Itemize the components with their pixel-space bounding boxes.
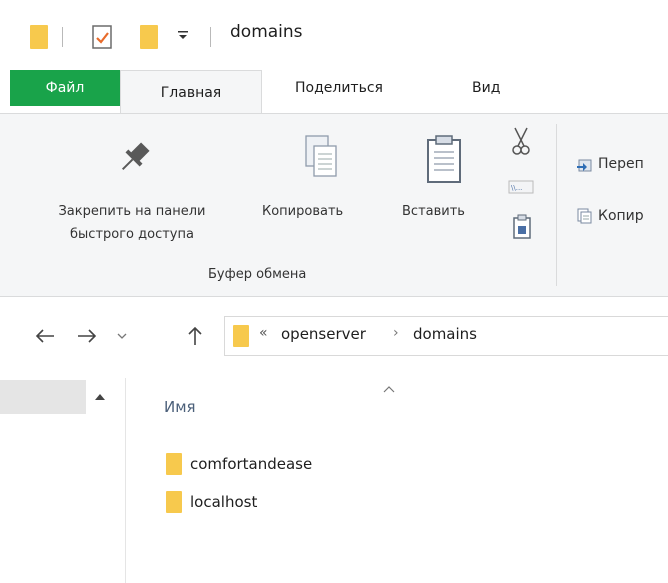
ribbon: Закрепить на панели быстрого доступа Коп… <box>0 113 668 297</box>
group-label-clipboard: Буфер обмена <box>208 267 307 282</box>
svg-text:\\...: \\... <box>511 184 522 192</box>
forward-arrow-icon <box>78 329 97 343</box>
divider <box>62 27 63 47</box>
breadcrumb-separator: › <box>393 325 399 341</box>
paste-label: Вставить <box>402 204 465 219</box>
pin-button[interactable]: Закрепить на панели быстрого доступа <box>14 134 250 274</box>
pin-label-line1: Закрепить на панели <box>58 204 206 219</box>
up-arrow-icon <box>188 326 202 345</box>
window-title: domains <box>230 22 303 42</box>
move-to-button[interactable]: Переп <box>576 152 644 176</box>
chevron-up-icon <box>95 394 105 400</box>
paste-icon <box>424 134 464 184</box>
breadcrumb-overflow[interactable]: « <box>259 325 268 341</box>
copy-path-icon[interactable]: \\... <box>508 180 534 194</box>
nav-pane-scroll-up-button[interactable] <box>94 390 106 400</box>
copy-icon <box>302 134 342 182</box>
tab-view[interactable]: Вид <box>472 70 500 106</box>
column-name-label: Имя <box>164 398 196 416</box>
pin-label-line2: быстрого доступа <box>70 227 194 242</box>
navigation-pane <box>0 380 125 583</box>
breadcrumb-domains[interactable]: domains <box>413 325 477 343</box>
up-button[interactable] <box>186 325 204 347</box>
tab-share[interactable]: Поделиться <box>295 70 383 106</box>
back-arrow-icon <box>35 329 54 343</box>
recent-locations-button[interactable] <box>116 330 128 342</box>
paste-shortcut-icon[interactable] <box>512 214 532 240</box>
file-name: comfortandease <box>190 455 313 473</box>
move-to-label: Переп <box>598 156 644 172</box>
paste-button[interactable]: Вставить <box>402 134 498 244</box>
nav-pane-item-selected[interactable] <box>0 380 86 414</box>
properties-icon[interactable] <box>92 25 112 49</box>
address-folder-icon <box>233 325 249 347</box>
copy-label: Копировать <box>262 204 344 219</box>
breadcrumb-openserver[interactable]: openserver <box>281 325 366 343</box>
pin-icon <box>114 138 154 178</box>
tab-home[interactable]: Главная <box>120 70 262 114</box>
chevron-down-icon <box>117 333 127 339</box>
folder-icon <box>166 453 182 475</box>
file-name: localhost <box>190 493 258 511</box>
divider <box>210 27 211 47</box>
file-list: comfortandease localhost <box>166 450 566 516</box>
group-separator <box>556 124 557 286</box>
list-item[interactable]: comfortandease <box>166 450 566 478</box>
cut-icon[interactable] <box>510 126 532 156</box>
copy-to-icon <box>576 208 592 224</box>
new-folder-icon[interactable] <box>140 25 158 49</box>
folder-icon <box>166 491 182 513</box>
forward-button[interactable] <box>76 326 98 346</box>
window-folder-icon <box>30 25 48 49</box>
pane-divider <box>125 378 126 583</box>
tab-file[interactable]: Файл <box>10 70 120 106</box>
copy-to-button[interactable]: Копир <box>576 204 644 228</box>
back-button[interactable] <box>34 326 56 346</box>
sort-ascending-icon <box>382 382 396 393</box>
column-name-header[interactable]: Имя <box>150 380 668 430</box>
address-bar[interactable]: « openserver › domains <box>224 316 668 356</box>
copy-button[interactable]: Копировать <box>262 134 400 244</box>
customize-qa-dropdown-icon[interactable] <box>176 28 190 42</box>
move-to-icon <box>576 156 592 172</box>
copy-to-label: Копир <box>598 208 644 224</box>
list-item[interactable]: localhost <box>166 488 566 516</box>
